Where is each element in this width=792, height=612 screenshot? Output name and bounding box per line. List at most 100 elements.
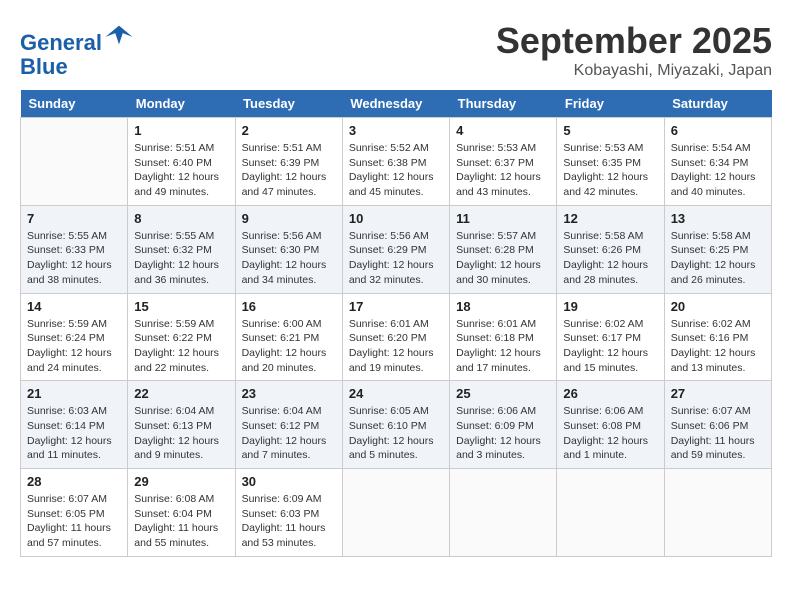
day-info: Sunrise: 6:04 AM Sunset: 6:13 PM Dayligh… (134, 404, 228, 463)
title-block: September 2025 Kobayashi, Miyazaki, Japa… (496, 20, 772, 80)
calendar-cell: 25 Sunrise: 6:06 AM Sunset: 6:09 PM Dayli… (450, 381, 557, 469)
month-title: September 2025 (496, 20, 772, 62)
calendar-cell: 29Sunrise: 6:08 AM Sunset: 6:04 PM Dayli… (128, 469, 235, 557)
logo: GeneralBlue (20, 20, 134, 79)
calendar-cell: 7 Sunrise: 5:55 AM Sunset: 6:33 PM Daylig… (21, 205, 128, 293)
day-info: Sunrise: 6:02 AM Sunset: 6:17 PM Dayligh… (563, 317, 657, 376)
day-info: Sunrise: 5:51 AM Sunset: 6:39 PM Dayligh… (242, 141, 336, 200)
day-number: 23 (242, 386, 336, 401)
day-number: 28 (27, 474, 121, 489)
day-info: Sunrise: 5:58 AM Sunset: 6:25 PM Dayligh… (671, 229, 765, 288)
calendar-cell: 11 Sunrise: 5:57 AM Sunset: 6:28 PM Dayli… (450, 205, 557, 293)
calendar-cell: 4Sunrise: 5:53 AM Sunset: 6:37 PM Daylig… (450, 118, 557, 206)
day-info: Sunrise: 6:01 AM Sunset: 6:20 PM Dayligh… (349, 317, 443, 376)
calendar-cell: 19 Sunrise: 6:02 AM Sunset: 6:17 PM Dayli… (557, 293, 664, 381)
day-number: 7 (27, 211, 121, 226)
calendar-cell (557, 469, 664, 557)
weekday-header-sunday: Sunday (21, 90, 128, 118)
calendar-cell: 12 Sunrise: 5:58 AM Sunset: 6:26 PM Dayli… (557, 205, 664, 293)
calendar-cell: 18Sunrise: 6:01 AM Sunset: 6:18 PM Dayli… (450, 293, 557, 381)
calendar-cell: 23 Sunrise: 6:04 AM Sunset: 6:12 PM Dayli… (235, 381, 342, 469)
day-info: Sunrise: 5:51 AM Sunset: 6:40 PM Dayligh… (134, 141, 228, 200)
calendar-cell: 10 Sunrise: 5:56 AM Sunset: 6:29 PM Dayli… (342, 205, 449, 293)
day-number: 8 (134, 211, 228, 226)
day-info: Sunrise: 6:04 AM Sunset: 6:12 PM Dayligh… (242, 404, 336, 463)
day-info: Sunrise: 6:03 AM Sunset: 6:14 PM Dayligh… (27, 404, 121, 463)
calendar-cell (21, 118, 128, 206)
calendar-cell: 22Sunrise: 6:04 AM Sunset: 6:13 PM Dayli… (128, 381, 235, 469)
day-number: 27 (671, 386, 765, 401)
calendar-table: SundayMondayTuesdayWednesdayThursdayFrid… (20, 90, 772, 557)
day-info: Sunrise: 5:53 AM Sunset: 6:35 PM Dayligh… (563, 141, 657, 200)
day-number: 20 (671, 299, 765, 314)
calendar-cell: 27 Sunrise: 6:07 AM Sunset: 6:06 PM Dayli… (664, 381, 771, 469)
day-number: 1 (134, 123, 228, 138)
calendar-cell (450, 469, 557, 557)
logo-bird-icon (104, 20, 134, 50)
day-info: Sunrise: 6:01 AM Sunset: 6:18 PM Dayligh… (456, 317, 550, 376)
logo-text: GeneralBlue (20, 20, 134, 79)
calendar-cell: 20Sunrise: 6:02 AM Sunset: 6:16 PM Dayli… (664, 293, 771, 381)
day-info: Sunrise: 5:58 AM Sunset: 6:26 PM Dayligh… (563, 229, 657, 288)
day-number: 25 (456, 386, 550, 401)
calendar-cell: 17Sunrise: 6:01 AM Sunset: 6:20 PM Dayli… (342, 293, 449, 381)
day-number: 24 (349, 386, 443, 401)
day-info: Sunrise: 5:56 AM Sunset: 6:29 PM Dayligh… (349, 229, 443, 288)
week-row-2: 7 Sunrise: 5:55 AM Sunset: 6:33 PM Daylig… (21, 205, 772, 293)
calendar-cell: 1 Sunrise: 5:51 AM Sunset: 6:40 PM Daylig… (128, 118, 235, 206)
calendar-cell: 2 Sunrise: 5:51 AM Sunset: 6:39 PM Daylig… (235, 118, 342, 206)
calendar-cell: 30 Sunrise: 6:09 AM Sunset: 6:03 PM Dayli… (235, 469, 342, 557)
day-number: 5 (563, 123, 657, 138)
calendar-cell: 5 Sunrise: 5:53 AM Sunset: 6:35 PM Daylig… (557, 118, 664, 206)
calendar-cell: 3 Sunrise: 5:52 AM Sunset: 6:38 PM Daylig… (342, 118, 449, 206)
day-info: Sunrise: 5:53 AM Sunset: 6:37 PM Dayligh… (456, 141, 550, 200)
day-info: Sunrise: 5:52 AM Sunset: 6:38 PM Dayligh… (349, 141, 443, 200)
calendar-cell: 24Sunrise: 6:05 AM Sunset: 6:10 PM Dayli… (342, 381, 449, 469)
weekday-header-tuesday: Tuesday (235, 90, 342, 118)
calendar-cell: 16 Sunrise: 6:00 AM Sunset: 6:21 PM Dayli… (235, 293, 342, 381)
day-info: Sunrise: 5:55 AM Sunset: 6:32 PM Dayligh… (134, 229, 228, 288)
location-subtitle: Kobayashi, Miyazaki, Japan (496, 62, 772, 80)
calendar-cell: 15 Sunrise: 5:59 AM Sunset: 6:22 PM Dayli… (128, 293, 235, 381)
day-info: Sunrise: 5:59 AM Sunset: 6:24 PM Dayligh… (27, 317, 121, 376)
calendar-cell (342, 469, 449, 557)
day-info: Sunrise: 6:06 AM Sunset: 6:09 PM Dayligh… (456, 404, 550, 463)
day-info: Sunrise: 5:55 AM Sunset: 6:33 PM Dayligh… (27, 229, 121, 288)
day-info: Sunrise: 6:09 AM Sunset: 6:03 PM Dayligh… (242, 492, 336, 551)
logo-blue: Blue (20, 54, 68, 79)
day-number: 3 (349, 123, 443, 138)
calendar-cell (664, 469, 771, 557)
day-number: 12 (563, 211, 657, 226)
day-info: Sunrise: 6:07 AM Sunset: 6:06 PM Dayligh… (671, 404, 765, 463)
calendar-cell: 6Sunrise: 5:54 AM Sunset: 6:34 PM Daylig… (664, 118, 771, 206)
day-number: 29 (134, 474, 228, 489)
day-number: 21 (27, 386, 121, 401)
day-number: 11 (456, 211, 550, 226)
calendar-body: 1 Sunrise: 5:51 AM Sunset: 6:40 PM Daylig… (21, 118, 772, 557)
calendar-cell: 9Sunrise: 5:56 AM Sunset: 6:30 PM Daylig… (235, 205, 342, 293)
calendar-cell: 21 Sunrise: 6:03 AM Sunset: 6:14 PM Dayli… (21, 381, 128, 469)
day-info: Sunrise: 6:00 AM Sunset: 6:21 PM Dayligh… (242, 317, 336, 376)
calendar-cell: 14Sunrise: 5:59 AM Sunset: 6:24 PM Dayli… (21, 293, 128, 381)
day-info: Sunrise: 6:07 AM Sunset: 6:05 PM Dayligh… (27, 492, 121, 551)
calendar-cell: 8 Sunrise: 5:55 AM Sunset: 6:32 PM Daylig… (128, 205, 235, 293)
day-number: 19 (563, 299, 657, 314)
day-info: Sunrise: 5:54 AM Sunset: 6:34 PM Dayligh… (671, 141, 765, 200)
day-number: 2 (242, 123, 336, 138)
day-number: 15 (134, 299, 228, 314)
day-number: 13 (671, 211, 765, 226)
calendar-cell: 26Sunrise: 6:06 AM Sunset: 6:08 PM Dayli… (557, 381, 664, 469)
day-number: 30 (242, 474, 336, 489)
week-row-5: 28 Sunrise: 6:07 AM Sunset: 6:05 PM Dayli… (21, 469, 772, 557)
weekday-header-friday: Friday (557, 90, 664, 118)
day-number: 10 (349, 211, 443, 226)
day-info: Sunrise: 5:59 AM Sunset: 6:22 PM Dayligh… (134, 317, 228, 376)
week-row-3: 14Sunrise: 5:59 AM Sunset: 6:24 PM Dayli… (21, 293, 772, 381)
calendar-cell: 28 Sunrise: 6:07 AM Sunset: 6:05 PM Dayli… (21, 469, 128, 557)
week-row-4: 21 Sunrise: 6:03 AM Sunset: 6:14 PM Dayli… (21, 381, 772, 469)
weekday-header-thursday: Thursday (450, 90, 557, 118)
day-number: 16 (242, 299, 336, 314)
weekday-header-row: SundayMondayTuesdayWednesdayThursdayFrid… (21, 90, 772, 118)
day-info: Sunrise: 5:57 AM Sunset: 6:28 PM Dayligh… (456, 229, 550, 288)
calendar-cell: 13 Sunrise: 5:58 AM Sunset: 6:25 PM Dayli… (664, 205, 771, 293)
